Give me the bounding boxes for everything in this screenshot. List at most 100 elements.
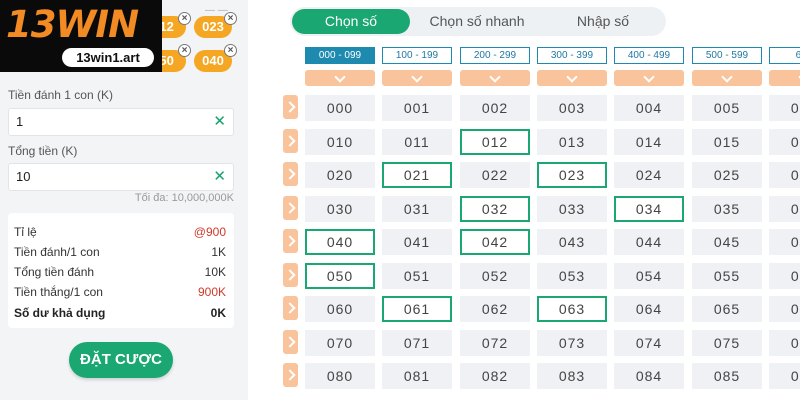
number-cell[interactable]: 043 (537, 229, 607, 255)
remove-chip-icon[interactable]: × (178, 44, 191, 57)
number-cell[interactable]: 053 (537, 262, 607, 289)
number-cell[interactable]: 060 (305, 296, 375, 322)
number-cell[interactable]: 041 (382, 229, 452, 255)
number-cell[interactable]: 055 (692, 262, 762, 289)
number-cell[interactable]: 005 (692, 95, 762, 121)
number-cell[interactable]: 045 (692, 229, 762, 255)
tab-quick-choose[interactable]: Chọn số nhanh (416, 9, 538, 34)
range-button[interactable]: 100 - 199 (382, 47, 452, 64)
number-cell[interactable]: 044 (614, 229, 684, 255)
number-cell[interactable]: 085 (692, 363, 762, 389)
number-cell[interactable]: 056 (769, 262, 800, 289)
range-button[interactable]: 200 - 299 (460, 47, 530, 64)
number-cell[interactable]: 054 (614, 262, 684, 289)
number-cell[interactable]: 086 (769, 363, 800, 389)
number-cell[interactable]: 033 (537, 195, 607, 222)
chevron-right-icon[interactable] (283, 162, 298, 186)
mode-tabs: Chọn số Chọn số nhanh Nhập số (290, 7, 666, 36)
number-cell[interactable]: 003 (537, 95, 607, 121)
number-cell[interactable]: 020 (305, 162, 375, 188)
clear-icon[interactable]: ✕ (213, 109, 226, 135)
number-cell[interactable]: 031 (382, 195, 452, 222)
range-button[interactable]: 000 - 099 (305, 47, 375, 64)
number-cell[interactable]: 016 (769, 128, 800, 155)
tab-choose-number[interactable]: Chọn số (292, 9, 410, 34)
chevron-right-icon[interactable] (283, 229, 298, 253)
number-cell[interactable]: 021 (382, 162, 452, 188)
remove-chip-icon[interactable]: × (224, 12, 237, 25)
number-cell[interactable]: 051 (382, 262, 452, 289)
range-button[interactable]: 600 (769, 47, 800, 64)
number-cell[interactable]: 082 (460, 363, 530, 389)
number-cell[interactable]: 073 (537, 329, 607, 356)
range-button[interactable]: 500 - 599 (692, 47, 762, 64)
range-button[interactable]: 300 - 399 (537, 47, 607, 64)
number-cell[interactable]: 030 (305, 195, 375, 222)
chevron-right-icon[interactable] (283, 363, 298, 387)
number-cell[interactable]: 011 (382, 128, 452, 155)
chevron-down-icon[interactable] (692, 70, 762, 86)
tab-enter-number[interactable]: Nhập số (544, 9, 662, 34)
number-cell[interactable]: 081 (382, 363, 452, 389)
number-cell[interactable]: 022 (460, 162, 530, 188)
chevron-right-icon[interactable] (283, 195, 298, 220)
chevron-down-icon[interactable] (537, 70, 607, 86)
range-button[interactable]: 400 - 499 (614, 47, 684, 64)
number-cell[interactable]: 025 (692, 162, 762, 188)
number-cell[interactable]: 032 (460, 195, 530, 222)
chevron-down-icon[interactable] (305, 70, 375, 86)
number-cell[interactable]: 036 (769, 195, 800, 222)
number-cell[interactable]: 076 (769, 329, 800, 356)
number-cell[interactable]: 080 (305, 363, 375, 389)
number-cell[interactable]: 026 (769, 162, 800, 188)
remove-chip-icon[interactable]: × (178, 12, 191, 25)
number-cell[interactable]: 006 (769, 95, 800, 121)
number-cell[interactable]: 065 (692, 296, 762, 322)
number-cell[interactable]: 000 (305, 95, 375, 121)
chevron-right-icon[interactable] (283, 95, 298, 119)
number-cell[interactable]: 052 (460, 262, 530, 289)
number-cell[interactable]: 035 (692, 195, 762, 222)
number-cell[interactable]: 064 (614, 296, 684, 322)
number-cell[interactable]: 002 (460, 95, 530, 121)
bet-panel: — — — — — 012 × 023 × 050 × 040 × 13WIN … (0, 0, 248, 400)
bet-per-input[interactable]: 1 ✕ (8, 108, 234, 136)
number-cell[interactable]: 014 (614, 128, 684, 155)
chevron-right-icon[interactable] (283, 329, 298, 354)
number-cell[interactable]: 001 (382, 95, 452, 121)
chevron-down-icon[interactable] (382, 70, 452, 86)
total-input[interactable]: 10 ✕ (8, 163, 234, 191)
number-cell[interactable]: 040 (305, 229, 375, 255)
chevron-down-icon[interactable] (460, 70, 530, 86)
chevron-right-icon[interactable] (283, 296, 298, 320)
number-cell[interactable]: 063 (537, 296, 607, 322)
number-cell[interactable]: 074 (614, 329, 684, 356)
number-cell[interactable]: 070 (305, 329, 375, 356)
number-cell[interactable]: 012 (460, 128, 530, 155)
chevron-right-icon[interactable] (283, 128, 298, 153)
number-cell[interactable]: 061 (382, 296, 452, 322)
number-cell[interactable]: 013 (537, 128, 607, 155)
place-bet-button[interactable]: ĐẶT CƯỢC (69, 342, 173, 378)
number-cell[interactable]: 062 (460, 296, 530, 322)
chevron-down-icon[interactable] (614, 70, 684, 86)
number-cell[interactable]: 075 (692, 329, 762, 356)
remove-chip-icon[interactable]: × (224, 44, 237, 57)
number-cell[interactable]: 004 (614, 95, 684, 121)
chevron-down-icon[interactable] (769, 70, 800, 86)
number-cell[interactable]: 015 (692, 128, 762, 155)
number-cell[interactable]: 071 (382, 329, 452, 356)
number-cell[interactable]: 066 (769, 296, 800, 322)
number-cell[interactable]: 024 (614, 162, 684, 188)
number-cell[interactable]: 042 (460, 229, 530, 255)
number-cell[interactable]: 083 (537, 363, 607, 389)
number-cell[interactable]: 046 (769, 229, 800, 255)
number-cell[interactable]: 084 (614, 363, 684, 389)
number-cell[interactable]: 050 (305, 262, 375, 289)
number-cell[interactable]: 072 (460, 329, 530, 356)
clear-icon[interactable]: ✕ (213, 164, 226, 190)
chevron-right-icon[interactable] (283, 262, 298, 287)
number-cell[interactable]: 023 (537, 162, 607, 188)
number-cell[interactable]: 010 (305, 128, 375, 155)
number-cell[interactable]: 034 (614, 195, 684, 222)
